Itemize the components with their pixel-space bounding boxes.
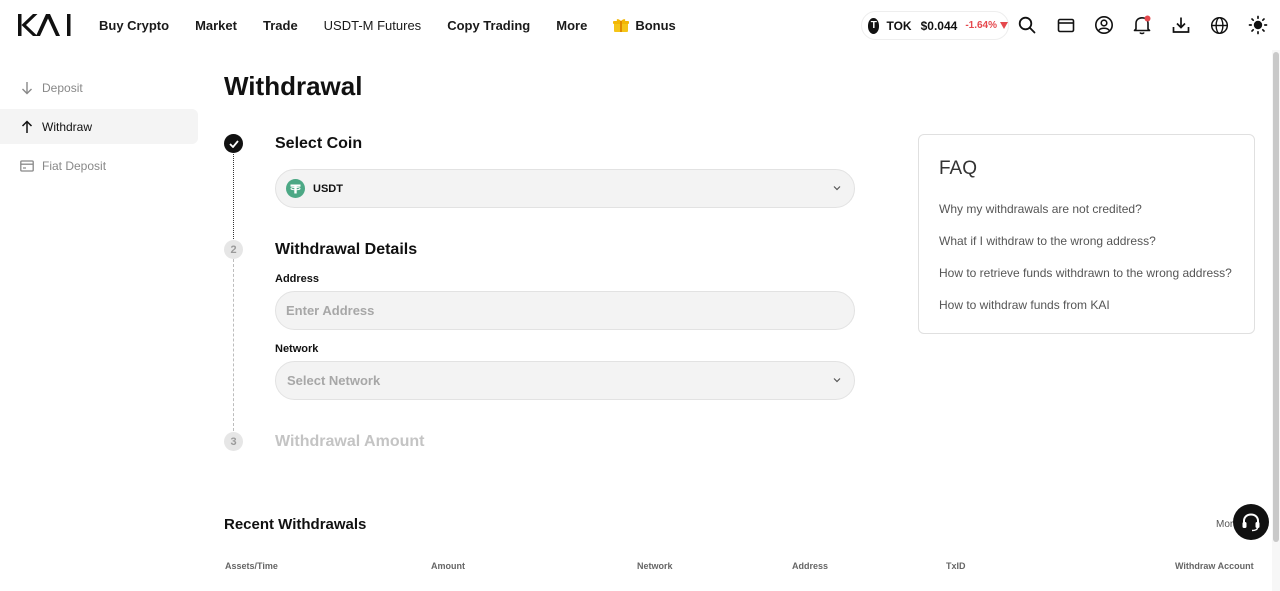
kai-logo[interactable]: [18, 13, 74, 37]
down-triangle-icon: [1000, 22, 1008, 29]
gift-icon: [613, 19, 630, 32]
search-icon[interactable]: [1017, 15, 1037, 35]
recent-withdrawals-title: Recent Withdrawals: [224, 516, 367, 533]
ticker-symbol: TOK: [886, 18, 912, 33]
step-2-number: 2: [224, 240, 243, 259]
address-input[interactable]: [286, 303, 854, 318]
nav-market[interactable]: Market: [195, 18, 237, 33]
arrow-up-icon: [21, 119, 33, 133]
ticker-price: $0.044: [920, 18, 958, 33]
sidebar-item-withdraw[interactable]: Withdraw: [0, 109, 198, 144]
main-nav: Buy Crypto Market Trade USDT-M Futures C…: [99, 0, 702, 50]
column-header-network: Network: [637, 561, 673, 571]
column-header-withdraw-account: Withdraw Account: [1175, 561, 1254, 571]
user-icon[interactable]: [1094, 15, 1114, 35]
headset-icon: [1242, 513, 1260, 532]
step-connector-2: [233, 259, 234, 431]
usdt-coin-icon: [286, 179, 305, 198]
page-title: Withdrawal: [224, 71, 363, 101]
arrow-down-icon: [22, 81, 32, 94]
column-header-amount: Amount: [431, 561, 465, 571]
download-icon[interactable]: [1171, 15, 1191, 35]
column-header-txid: TxID: [946, 561, 966, 571]
chevron-down-icon: [833, 378, 841, 383]
step-2-title: Withdrawal Details: [275, 241, 418, 258]
globe-icon[interactable]: [1209, 15, 1229, 35]
top-header: Buy Crypto Market Trade USDT-M Futures C…: [0, 0, 1280, 50]
tok-token-icon: T: [868, 17, 880, 34]
sidebar: Deposit Withdraw Fiat Deposit: [0, 70, 198, 187]
card-icon: [20, 159, 34, 172]
faq-link[interactable]: What if I withdraw to the wrong address?: [939, 234, 1156, 248]
sidebar-item-fiat-deposit[interactable]: Fiat Deposit: [0, 148, 198, 183]
nav-bonus[interactable]: Bonus: [613, 17, 676, 33]
network-placeholder: Select Network: [287, 373, 381, 388]
chevron-down-icon: [833, 186, 841, 191]
sidebar-item-deposit[interactable]: Deposit: [0, 70, 198, 105]
selected-coin: USDT: [313, 182, 343, 195]
sidebar-item-label: Deposit: [42, 80, 83, 95]
wallet-icon[interactable]: [1056, 15, 1076, 35]
address-field[interactable]: [275, 291, 855, 330]
scrollbar-thumb[interactable]: [1273, 52, 1279, 542]
sidebar-item-label: Withdraw: [42, 119, 93, 134]
address-label: Address: [275, 273, 320, 285]
faq-link[interactable]: How to withdraw funds from KAI: [939, 298, 1110, 312]
support-chat-button[interactable]: [1233, 504, 1269, 540]
step-connector-1: [233, 154, 234, 239]
faq-link[interactable]: Why my withdrawals are not credited?: [939, 202, 1142, 216]
column-header-address: Address: [792, 561, 829, 571]
step-1-title: Select Coin: [275, 135, 363, 152]
faq-panel: FAQ Why my withdrawals are not credited?…: [918, 134, 1255, 334]
coin-select[interactable]: USDT: [275, 169, 855, 208]
step-3-title: Withdrawal Amount: [275, 433, 425, 450]
faq-title: FAQ: [939, 158, 978, 179]
token-ticker[interactable]: T TOK $0.044 -1.64%: [861, 11, 1009, 40]
nav-buy-crypto[interactable]: Buy Crypto: [99, 18, 169, 33]
step-1-check-icon: [224, 134, 243, 153]
faq-link[interactable]: How to retrieve funds withdrawn to the w…: [939, 266, 1232, 280]
ticker-change: -1.64%: [965, 20, 997, 31]
nav-usdt-m-futures[interactable]: USDT-M Futures: [324, 18, 422, 33]
column-header-assets-time: Assets/Time: [225, 561, 278, 571]
bell-icon[interactable]: [1132, 15, 1152, 35]
network-label: Network: [275, 343, 319, 355]
page-scrollbar[interactable]: [1272, 50, 1280, 591]
sidebar-item-label: Fiat Deposit: [42, 158, 107, 173]
nav-trade[interactable]: Trade: [263, 18, 298, 33]
bonus-label: Bonus: [635, 17, 676, 33]
network-select[interactable]: Select Network: [275, 361, 855, 400]
nav-copy-trading[interactable]: Copy Trading: [447, 18, 530, 33]
sun-icon[interactable]: [1248, 15, 1268, 35]
step-3-number: 3: [224, 432, 243, 451]
nav-more[interactable]: More: [556, 18, 587, 33]
